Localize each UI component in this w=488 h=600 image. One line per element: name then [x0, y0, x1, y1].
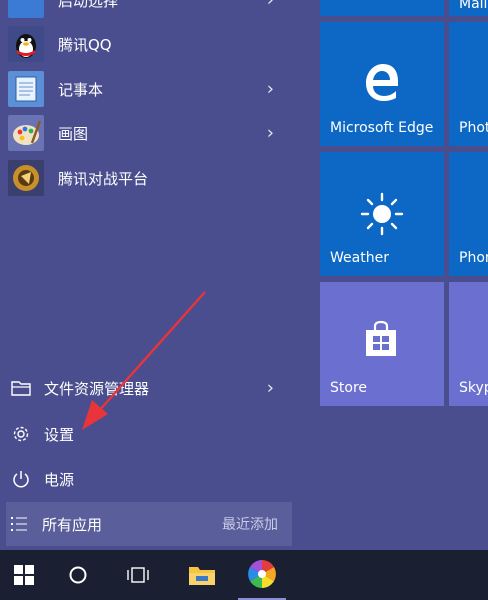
chevron-right-icon[interactable]: › [267, 378, 274, 399]
app-label: 启动选择 [58, 0, 119, 10]
colorful-app-icon[interactable] [238, 550, 286, 600]
taskbar [0, 550, 488, 600]
chevron-right-icon[interactable]: › [267, 79, 274, 100]
all-apps-button[interactable]: 所有应用 最近添加 [6, 502, 292, 546]
edge-icon [362, 62, 402, 106]
app-label: 记事本 [58, 80, 104, 99]
settings-item[interactable]: 设置 [8, 412, 292, 456]
app-label: 腾讯对战平台 [58, 169, 149, 188]
chevron-right-icon[interactable]: › [267, 0, 274, 11]
chevron-right-icon[interactable]: › [267, 123, 274, 144]
cortana-circle-icon[interactable] [54, 550, 102, 600]
app-label: 画图 [58, 124, 89, 143]
power-icon [8, 466, 34, 492]
tile-skype-label: Skype [459, 380, 488, 396]
file-explorer-icon [8, 375, 34, 401]
tile-store[interactable]: Store [320, 282, 444, 406]
gear-icon [8, 421, 34, 447]
game-platform-icon [8, 160, 44, 196]
tile-mail-label: Mail [459, 0, 488, 12]
tile-phone-label: Phone [459, 250, 488, 266]
tile-microsoft-edge[interactable]: Microsoft Edge [320, 22, 444, 146]
tile-phone[interactable]: Phone [449, 152, 488, 276]
file-explorer-item[interactable]: 文件资源管理器 › [8, 366, 292, 410]
app-list-item-notepad[interactable]: 记事本 › [8, 67, 292, 111]
app-list-item-paint[interactable]: 画图 › [8, 111, 292, 155]
tile-partial-top[interactable] [320, 0, 444, 16]
app-icon [8, 0, 44, 18]
tile-weather-label: Weather [330, 250, 389, 266]
tile-mail[interactable]: Mail [449, 0, 488, 16]
windows-start-icon[interactable] [0, 550, 48, 600]
store-bag-icon [362, 320, 400, 362]
tile-weather[interactable]: Weather [320, 152, 444, 276]
app-list-item-qq[interactable]: 腾讯QQ [8, 22, 292, 66]
recently-added-label: 最近添加 [222, 517, 278, 533]
start-menu-left-column: 启动选择 › 腾讯QQ 记事本 › 画图 › 腾讯对战平台 文件资源管理器 › … [0, 0, 300, 550]
list-icon [6, 511, 32, 537]
notepad-icon [8, 71, 44, 107]
tile-photos-label: Photos [459, 120, 488, 136]
app-list-item-game-platform[interactable]: 腾讯对战平台 [8, 156, 292, 200]
tile-photos[interactable]: Photos [449, 22, 488, 146]
paint-palette-icon [8, 115, 44, 151]
all-apps-label: 所有应用 [42, 515, 103, 534]
app-label: 腾讯QQ [58, 35, 112, 54]
app-list-item[interactable]: 启动选择 › [8, 0, 292, 22]
start-menu: 启动选择 › 腾讯QQ 记事本 › 画图 › 腾讯对战平台 文件资源管理器 › … [0, 0, 488, 550]
power-item[interactable]: 电源 [8, 457, 292, 501]
power-label: 电源 [44, 470, 75, 489]
tile-edge-label: Microsoft Edge [330, 120, 434, 136]
settings-label: 设置 [44, 425, 75, 444]
tile-skype[interactable]: Skype [449, 282, 488, 406]
file-explorer-label: 文件资源管理器 [44, 379, 150, 398]
file-explorer-folder-icon[interactable] [178, 550, 226, 600]
tile-store-label: Store [330, 380, 368, 396]
qq-penguin-icon [8, 26, 44, 62]
task-view-icon[interactable] [114, 550, 162, 600]
sun-icon [360, 192, 404, 240]
